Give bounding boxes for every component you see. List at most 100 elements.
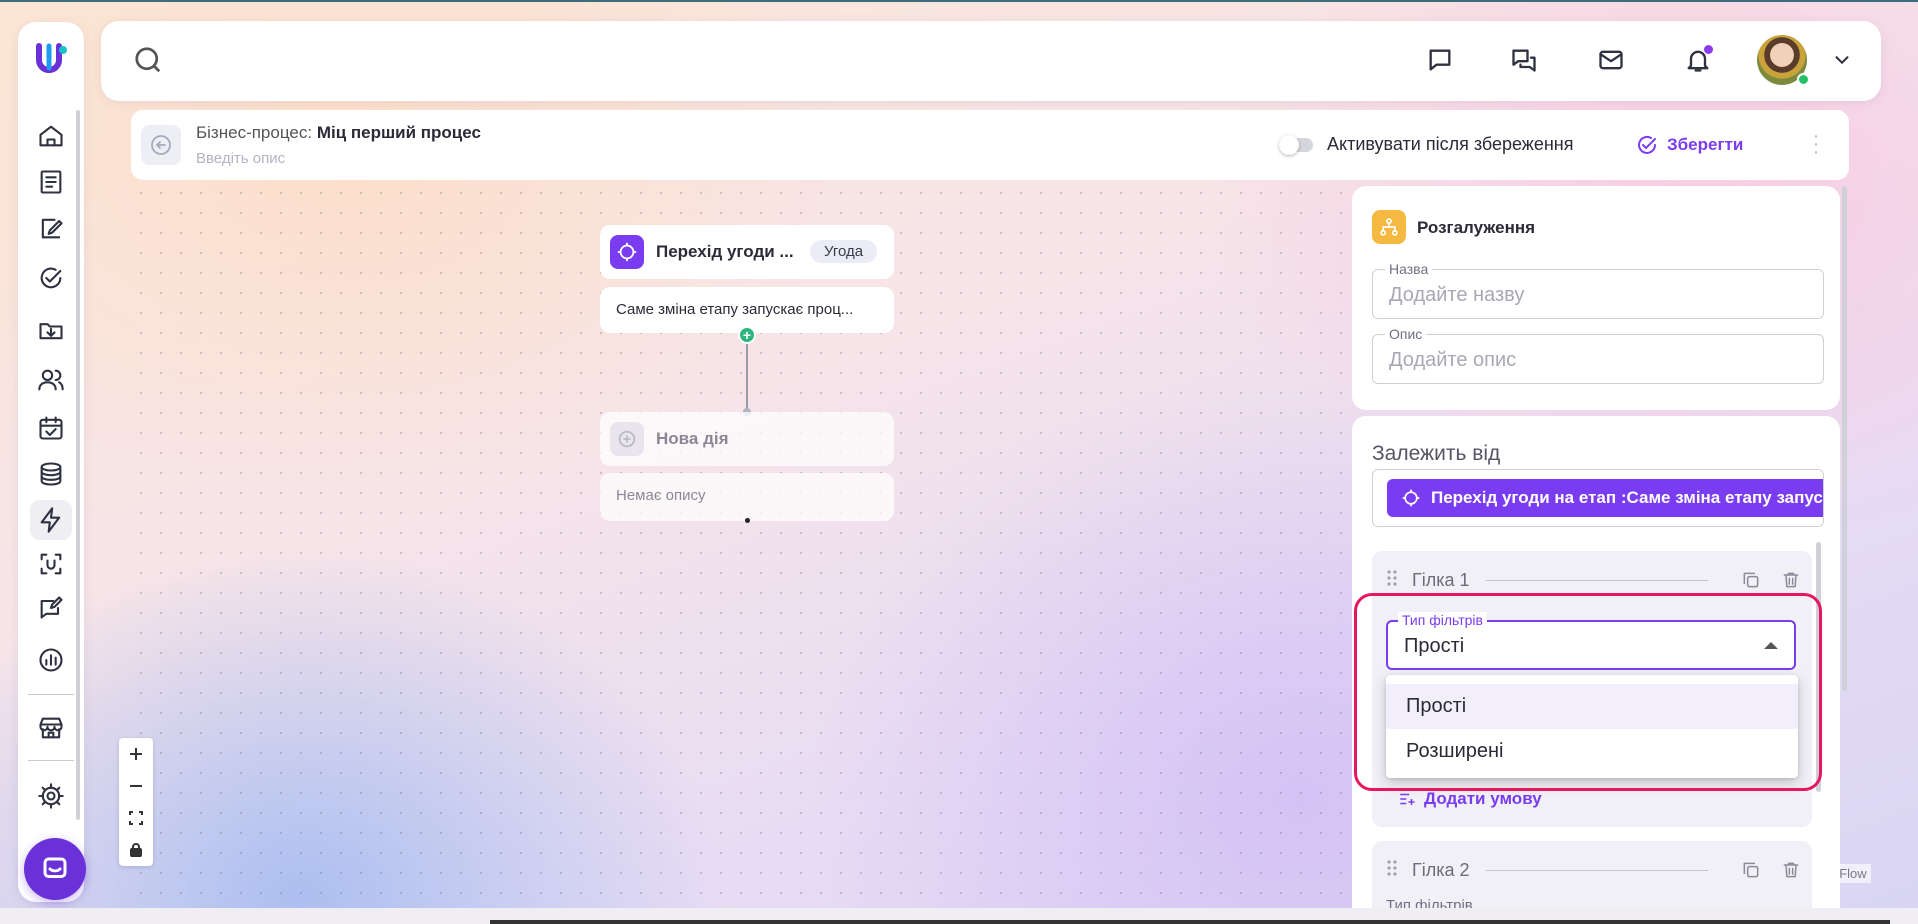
delete-icon[interactable] (1778, 567, 1804, 593)
arrow-left-circle-icon (151, 135, 171, 155)
crosshair-icon (1402, 489, 1420, 507)
online-status-dot (1797, 73, 1810, 86)
calendar-check-icon[interactable] (30, 408, 72, 448)
new-action-node-body[interactable]: Немає опису (600, 473, 894, 521)
add-filter-icon (1400, 793, 1415, 805)
add-condition-label: Додати умову (1424, 789, 1542, 808)
store-icon[interactable] (30, 708, 72, 748)
automation-bolt-icon[interactable] (30, 500, 72, 540)
plus-icon (130, 748, 142, 760)
name-field[interactable]: Назва Додайте назву (1372, 261, 1824, 319)
focus-highlight-annotation (1354, 593, 1822, 791)
branch-icon (1372, 210, 1406, 244)
sidebar-divider (28, 694, 74, 695)
flow-connector (746, 334, 748, 412)
lock-button[interactable] (119, 834, 153, 866)
contract-icon[interactable] (30, 208, 72, 248)
panel-scrollbar[interactable] (1842, 186, 1847, 691)
mail-icon[interactable] (1594, 43, 1628, 77)
sidebar-divider (28, 760, 74, 761)
description-field-placeholder: Додайте опис (1389, 349, 1517, 371)
chevron-down-icon[interactable] (1831, 49, 1855, 73)
app-logo[interactable] (32, 40, 70, 76)
save-button-label: Зберегти (1667, 135, 1744, 154)
name-field-placeholder: Додайте назву (1389, 284, 1525, 306)
new-action-node-header[interactable]: Нова дія (600, 412, 894, 466)
scan-icon[interactable] (30, 544, 72, 584)
drag-handle-icon[interactable] (1384, 859, 1400, 882)
zoom-in-button[interactable] (119, 738, 153, 770)
home-icon[interactable] (30, 116, 72, 156)
add-condition-button[interactable]: Додати умову (1398, 789, 1542, 809)
database-stack-icon[interactable] (30, 454, 72, 494)
minus-icon (130, 785, 142, 787)
depends-on-label: Залежить від (1372, 442, 1501, 465)
panel-title: Розгалуження (1417, 218, 1536, 237)
chat-bubble-icon (43, 857, 67, 878)
notification-dot (1704, 45, 1713, 54)
drag-handle-icon[interactable] (1384, 569, 1400, 592)
trigger-node-title: Перехід угоди ... (656, 242, 794, 261)
more-options-icon[interactable]: · · · (1811, 126, 1821, 162)
branch-title: Гілка 1 (1412, 569, 1470, 590)
sidebar (18, 22, 84, 902)
activate-toggle-label: Активувати після збереження (1327, 134, 1574, 154)
sidebar-scrollbar[interactable] (76, 110, 80, 820)
settings-gear-icon[interactable] (30, 776, 72, 816)
fit-view-icon (129, 811, 143, 825)
search-icon[interactable] (133, 45, 165, 77)
fit-view-button[interactable] (119, 802, 153, 834)
lock-icon (130, 843, 142, 857)
scrollbar-thumb[interactable] (490, 920, 1890, 924)
check-circle-icon (1638, 135, 1656, 154)
process-name[interactable]: Міц перший процес (317, 123, 481, 142)
branch-title: Гілка 2 (1412, 859, 1470, 880)
ledger-icon[interactable] (30, 162, 72, 202)
bell-icon[interactable] (1681, 43, 1715, 77)
save-button[interactable]: Зберегти (1635, 132, 1743, 158)
depends-on-chip-text: Перехід угоди на етап :Саме зміна етапу … (1431, 488, 1823, 507)
depends-on-chip[interactable]: Перехід угоди на етап :Саме зміна етапу … (1387, 479, 1823, 517)
branch-header: Гілка 1 (1384, 565, 1804, 595)
inbox-download-icon[interactable] (30, 310, 72, 350)
process-label: Бізнес-процес: (196, 123, 313, 142)
tasks-check-icon[interactable] (30, 258, 72, 298)
back-button[interactable] (141, 125, 181, 165)
horizontal-scrollbar[interactable] (0, 908, 1918, 924)
contacts-icon[interactable] (30, 360, 72, 400)
activate-toggle[interactable] (1279, 135, 1313, 155)
trigger-node-text: Саме зміна етапу запускає проц... (616, 301, 854, 318)
branch-settings-panel: Розгалуження Назва Додайте назву Опис До… (1352, 186, 1840, 410)
description-field-label: Опис (1385, 326, 1427, 342)
plus-circle-icon (610, 422, 644, 456)
zoom-out-button[interactable] (119, 770, 153, 802)
chat-icon[interactable] (1423, 43, 1457, 77)
top-header (101, 21, 1881, 101)
new-action-title: Нова дія (656, 429, 729, 448)
new-action-text: Немає опису (616, 487, 706, 504)
copy-icon[interactable] (1738, 567, 1764, 593)
process-title: Бізнес-процес: Міц перший процес (196, 123, 481, 143)
process-description-input[interactable]: Введіть опис (196, 150, 285, 167)
trigger-entity-badge: Угода (810, 240, 878, 263)
window-top-edge (0, 0, 1918, 2)
branch-card: Гілка 2 Тип фільтрів (1372, 841, 1812, 916)
add-step-plus-icon[interactable]: + (738, 326, 756, 344)
branch-header: Гілка 2 (1384, 855, 1804, 885)
support-chat-button[interactable] (24, 838, 86, 900)
depends-on-field[interactable]: Перехід угоди на етап :Саме зміна етапу … (1372, 469, 1824, 527)
trigger-node-header[interactable]: Перехід угоди ... Угода (600, 225, 894, 279)
zoom-controls (119, 738, 153, 866)
description-field[interactable]: Опис Додайте опис (1372, 326, 1824, 384)
branch-divider (1485, 579, 1708, 581)
branch-divider (1485, 869, 1708, 871)
name-field-label: Назва (1385, 261, 1433, 277)
analytics-icon[interactable] (30, 640, 72, 680)
delete-icon[interactable] (1778, 857, 1804, 883)
process-toolbar: Бізнес-процес: Міц перший процес Введіть… (131, 110, 1849, 180)
copy-icon[interactable] (1738, 857, 1764, 883)
messages-icon[interactable] (1507, 43, 1541, 77)
feedback-icon[interactable] (30, 588, 72, 628)
crosshair-icon (610, 235, 644, 269)
node-bottom-handle[interactable] (745, 518, 750, 523)
